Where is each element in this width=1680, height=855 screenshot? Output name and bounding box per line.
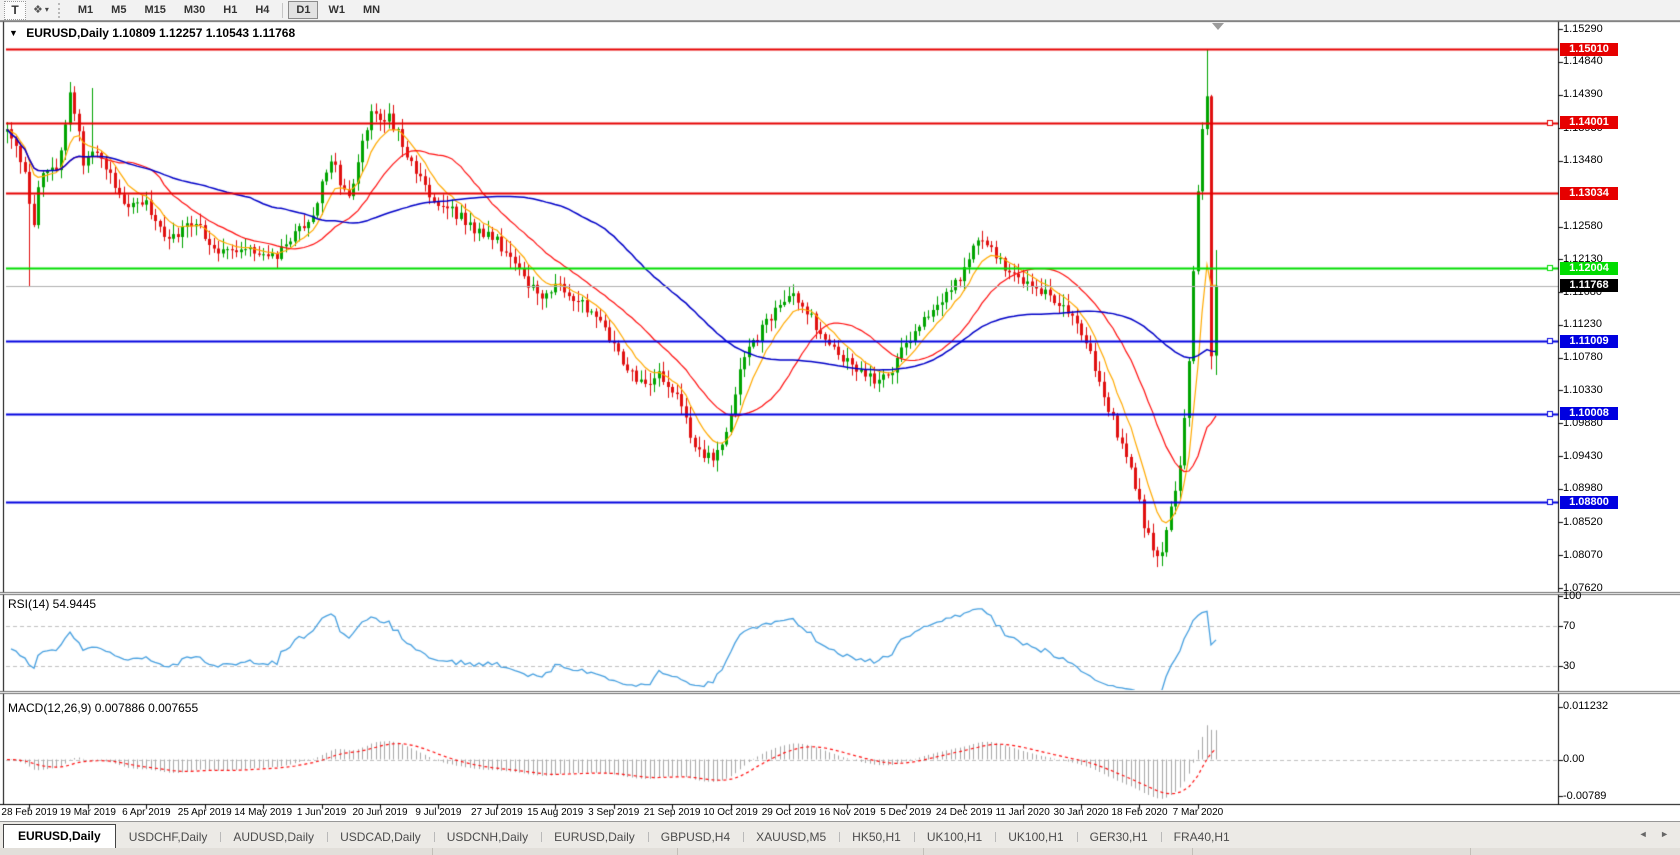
- toolbar: T ❖ ▾ M1M5M15M30H1H4 D1W1MN: [0, 0, 1680, 21]
- tab-usdchf-daily[interactable]: USDCHF,Daily: [116, 826, 221, 849]
- tab-xauusd-m5[interactable]: XAUUSD,M5: [743, 826, 839, 849]
- cursor-tool-icon: ❖: [33, 2, 43, 18]
- timeframe-button-m30[interactable]: M30: [176, 1, 213, 19]
- price-tick-label: 1.12580: [1563, 220, 1603, 233]
- date-tick-label: 19 Mar 2019: [60, 807, 116, 818]
- tab-scroll-left-icon[interactable]: ◄: [1639, 829, 1653, 839]
- timeframe-button-mn[interactable]: MN: [355, 1, 388, 19]
- price-tick-label: 1.14840: [1563, 55, 1603, 68]
- price-badge-1.08800: 1.08800: [1560, 496, 1618, 509]
- date-tick-label: 15 Aug 2019: [527, 807, 583, 818]
- price-tick-label: 1.15290: [1563, 23, 1603, 36]
- tab-fra40-h1[interactable]: FRA40,H1: [1161, 826, 1243, 849]
- date-tick-label: 30 Jan 2020: [1054, 807, 1109, 818]
- tab-uk100-h1[interactable]: UK100,H1: [995, 826, 1076, 849]
- chart-legend: ▼ EURUSD,Daily 1.10809 1.12257 1.10543 1…: [9, 26, 295, 40]
- text-label-tool-button[interactable]: T: [4, 1, 26, 20]
- timeframe-button-h1[interactable]: H1: [215, 1, 245, 19]
- chart-canvas[interactable]: [0, 0, 1680, 855]
- price-tick-label: 1.09430: [1563, 450, 1603, 463]
- date-tick-label: 29 Oct 2019: [762, 807, 816, 818]
- date-tick-label: 18 Feb 2020: [1111, 807, 1167, 818]
- chevron-down-icon: ▾: [45, 2, 49, 18]
- chart-window: T ❖ ▾ M1M5M15M30H1H4 D1W1MN ▼ EURUSD,Dail…: [0, 0, 1680, 855]
- date-tick-label: 28 Feb 2019: [1, 807, 57, 818]
- rsi-tick-label: 70: [1563, 620, 1575, 633]
- tab-eurusd-daily[interactable]: EURUSD,Daily: [541, 826, 648, 849]
- price-badge-1.10008: 1.10008: [1560, 407, 1618, 420]
- date-tick-label: 20 Jun 2019: [352, 807, 407, 818]
- toolbar-separator: [282, 3, 283, 18]
- toolbar-grip: [58, 3, 63, 18]
- date-tick-label: 27 Jul 2019: [471, 807, 523, 818]
- price-tick-label: 1.08070: [1563, 549, 1603, 562]
- legend-ohlc: 1.10809 1.12257 1.10543 1.11768: [112, 26, 295, 40]
- date-tick-label: 24 Dec 2019: [936, 807, 993, 818]
- date-tick-label: 25 Apr 2019: [178, 807, 232, 818]
- price-badge-1.11009: 1.11009: [1560, 335, 1618, 348]
- tab-gbpusd-h4[interactable]: GBPUSD,H4: [648, 826, 743, 849]
- price-tick-label: 1.13480: [1563, 154, 1603, 167]
- tab-usdcnh-daily[interactable]: USDCNH,Daily: [434, 826, 541, 849]
- tab-ger30-h1[interactable]: GER30,H1: [1077, 826, 1161, 849]
- price-tick-label: 1.14390: [1563, 88, 1603, 101]
- price-tick-label: 1.08520: [1563, 516, 1603, 529]
- price-tick-label: 1.08980: [1563, 482, 1603, 495]
- date-tick-label: 7 Mar 2020: [1173, 807, 1224, 818]
- macd-tick-label: 0.00: [1563, 753, 1584, 766]
- price-tick-label: 1.11230: [1563, 318, 1602, 331]
- current-price-badge: 1.11768: [1560, 279, 1618, 292]
- timeframe-button-m1[interactable]: M1: [70, 1, 101, 19]
- price-badge-1.13034: 1.13034: [1560, 187, 1618, 200]
- date-tick-label: 16 Nov 2019: [819, 807, 876, 818]
- timeframe-button-d1[interactable]: D1: [288, 1, 318, 19]
- status-strip: [0, 848, 1680, 855]
- tab-eurusd-daily[interactable]: EURUSD,Daily: [3, 824, 116, 849]
- price-tick-label: 1.10780: [1563, 351, 1603, 364]
- timeframe-button-w1[interactable]: W1: [320, 1, 353, 19]
- rsi-tick-label: 100: [1563, 590, 1581, 603]
- tab-usdcad-daily[interactable]: USDCAD,Daily: [327, 826, 434, 849]
- date-tick-label: 1 Jun 2019: [297, 807, 347, 818]
- tab-audusd-daily[interactable]: AUDUSD,Daily: [220, 826, 327, 849]
- price-badge-1.15010: 1.15010: [1560, 43, 1618, 56]
- tab-scroll-right-icon[interactable]: ►: [1660, 829, 1674, 839]
- price-badge-1.14001: 1.14001: [1560, 116, 1618, 129]
- date-tick-label: 21 Sep 2019: [644, 807, 701, 818]
- date-tick-label: 11 Jan 2020: [995, 807, 1049, 818]
- timeframe-button-m15[interactable]: M15: [136, 1, 173, 19]
- date-tick-label: 6 Apr 2019: [122, 807, 170, 818]
- price-badge-1.12004: 1.12004: [1560, 262, 1618, 275]
- chart-tab-bar: EURUSD,DailyUSDCHF,DailyAUDUSD,DailyUSDC…: [0, 821, 1680, 849]
- rsi-tick-label: 30: [1563, 660, 1575, 673]
- chart-shift-marker-icon[interactable]: [1212, 23, 1224, 30]
- macd-indicator-label: MACD(12,26,9) 0.007886 0.007655: [8, 701, 198, 715]
- rsi-indicator-label: RSI(14) 54.9445: [8, 597, 96, 611]
- legend-symbol: EURUSD,Daily: [26, 26, 109, 40]
- tab-hk50-h1[interactable]: HK50,H1: [839, 826, 914, 849]
- date-tick-label: 10 Oct 2019: [703, 807, 757, 818]
- date-tick-label: 5 Dec 2019: [880, 807, 931, 818]
- cursor-tool-button[interactable]: ❖ ▾: [30, 2, 52, 19]
- price-tick-label: 1.10330: [1563, 384, 1603, 397]
- date-tick-label: 14 May 2019: [234, 807, 292, 818]
- timeframe-button-m5[interactable]: M5: [103, 1, 134, 19]
- macd-tick-label: 0.011232: [1563, 700, 1608, 713]
- legend-collapse-icon[interactable]: ▼: [9, 28, 18, 38]
- date-tick-label: 3 Sep 2019: [588, 807, 639, 818]
- tab-uk100-h1[interactable]: UK100,H1: [914, 826, 995, 849]
- date-tick-label: 9 Jul 2019: [415, 807, 461, 818]
- timeframe-button-h4[interactable]: H4: [247, 1, 277, 19]
- macd-tick-label: -0.00789: [1563, 790, 1606, 803]
